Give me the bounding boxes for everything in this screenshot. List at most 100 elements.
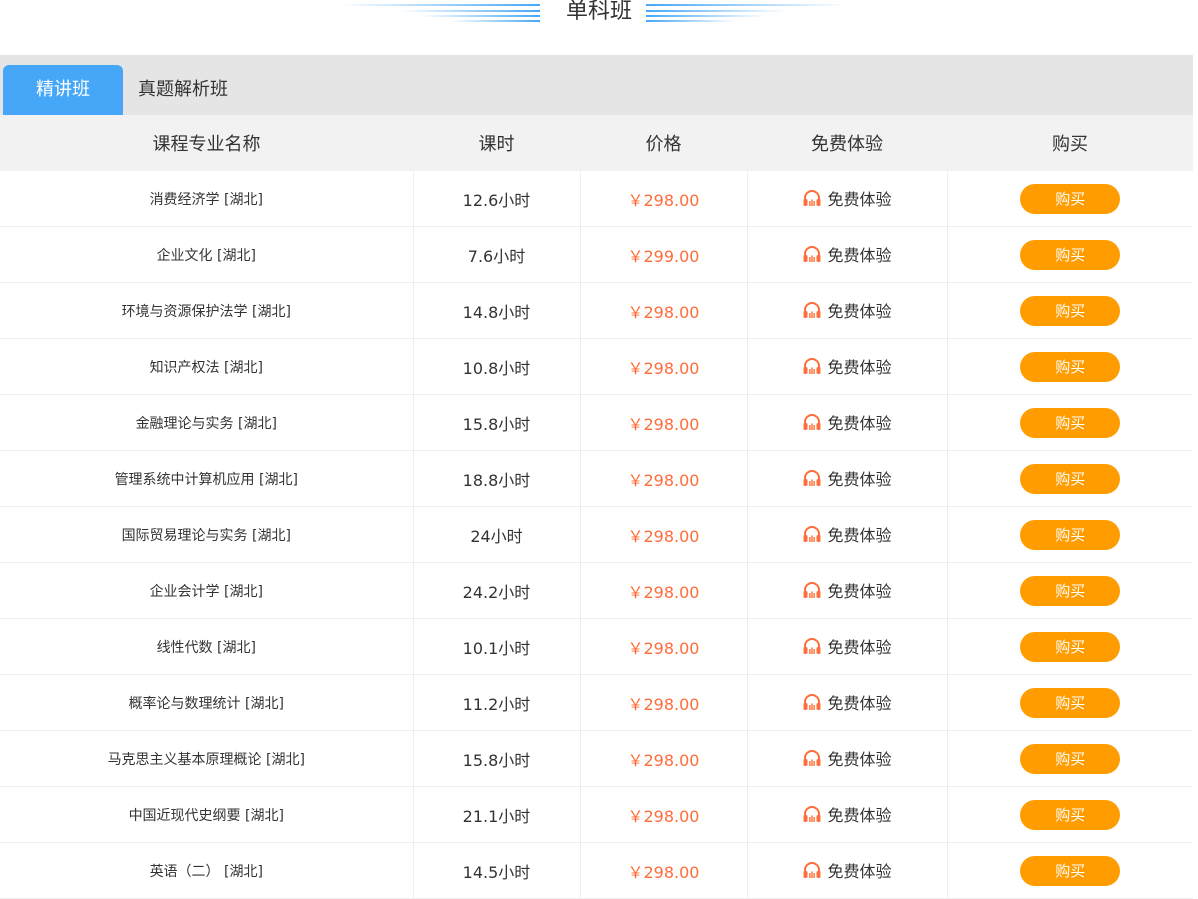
section-heading: 单科班 xyxy=(0,0,1198,52)
course-name-cell: 英语（二） [湖北] xyxy=(0,842,413,899)
course-hours: 7.6小时 xyxy=(467,246,526,266)
course-price-cell: ￥298.00 xyxy=(579,562,747,619)
free-trial-link[interactable]: 免费体验 xyxy=(802,298,892,322)
course-hours-cell: 24.2小时 xyxy=(412,562,580,619)
free-trial-cell: 免费体验 xyxy=(746,842,947,899)
buy-button[interactable]: 购买 xyxy=(1020,463,1121,494)
table-row: 线性代数 [湖北] 10.1小时 ￥298.00 免费体验 购买 xyxy=(0,618,1193,675)
course-name: 知识产权法 [湖北] xyxy=(149,359,263,376)
table-row: 马克思主义基本原理概论 [湖北] 15.8小时 ￥298.00 免费体验 购买 xyxy=(0,730,1193,787)
free-trial-cell: 免费体验 xyxy=(746,786,947,843)
course-price-cell: ￥298.00 xyxy=(579,730,747,787)
section-title: 单科班 xyxy=(565,0,632,24)
free-trial-label: 免费体验 xyxy=(827,582,892,601)
course-name: 管理系统中计算机应用 [湖北] xyxy=(114,471,298,488)
free-trial-link[interactable]: 免费体验 xyxy=(802,858,892,882)
course-name-cell: 环境与资源保护法学 [湖北] xyxy=(0,282,413,339)
buy-cell: 购买 xyxy=(946,730,1193,787)
free-trial-cell: 免费体验 xyxy=(746,562,947,619)
course-hours-cell: 24小时 xyxy=(412,506,580,563)
buy-button[interactable]: 购买 xyxy=(1020,687,1121,718)
free-trial-link[interactable]: 免费体验 xyxy=(802,354,892,378)
buy-button[interactable]: 购买 xyxy=(1020,855,1121,886)
headphone-icon xyxy=(803,806,821,822)
course-price: ￥298.00 xyxy=(627,638,700,658)
course-price-cell: ￥298.00 xyxy=(579,338,747,395)
headphone-icon xyxy=(803,582,821,598)
course-price-cell: ￥298.00 xyxy=(579,394,747,451)
tab-intensive-class[interactable]: 精讲班 xyxy=(3,65,123,115)
course-name-cell: 消费经济学 [湖北] xyxy=(0,171,413,227)
course-price: ￥298.00 xyxy=(627,750,700,770)
headphone-icon xyxy=(803,190,821,206)
buy-cell: 购买 xyxy=(946,338,1193,395)
course-price-cell: ￥298.00 xyxy=(579,842,747,899)
course-price: ￥298.00 xyxy=(627,806,700,826)
course-name-cell: 金融理论与实务 [湖北] xyxy=(0,394,413,451)
free-trial-link[interactable]: 免费体验 xyxy=(802,466,892,490)
table-row: 知识产权法 [湖北] 10.8小时 ￥298.00 免费体验 购买 xyxy=(0,338,1193,395)
buy-button[interactable]: 购买 xyxy=(1020,799,1121,830)
table-row: 管理系统中计算机应用 [湖北] 18.8小时 ￥298.00 免费体验 购买 xyxy=(0,450,1193,507)
table-row: 中国近现代史纲要 [湖北] 21.1小时 ￥298.00 免费体验 购买 xyxy=(0,786,1193,843)
table-row: 英语（二） [湖北] 14.5小时 ￥298.00 免费体验 购买 xyxy=(0,842,1193,899)
free-trial-cell: 免费体验 xyxy=(746,618,947,675)
free-trial-link[interactable]: 免费体验 xyxy=(802,522,892,546)
header-buy: 购买 xyxy=(947,115,1193,171)
buy-button[interactable]: 购买 xyxy=(1020,743,1121,774)
course-price: ￥298.00 xyxy=(627,358,700,378)
course-price-cell: ￥298.00 xyxy=(579,786,747,843)
free-trial-link[interactable]: 免费体验 xyxy=(802,578,892,602)
buy-cell: 购买 xyxy=(946,618,1193,675)
course-price-cell: ￥298.00 xyxy=(579,282,747,339)
free-trial-link[interactable]: 免费体验 xyxy=(802,242,892,266)
course-price-cell: ￥299.00 xyxy=(579,226,747,283)
free-trial-label: 免费体验 xyxy=(827,806,892,825)
course-price-cell: ￥298.00 xyxy=(579,450,747,507)
course-name: 概率论与数理统计 [湖北] xyxy=(128,695,284,712)
course-price: ￥298.00 xyxy=(627,302,700,322)
buy-button[interactable]: 购买 xyxy=(1020,631,1121,662)
course-hours: 15.8小时 xyxy=(462,750,531,770)
free-trial-link[interactable]: 免费体验 xyxy=(802,690,892,714)
buy-button[interactable]: 购买 xyxy=(1020,295,1121,326)
course-price-cell: ￥298.00 xyxy=(579,171,747,227)
table-row: 企业文化 [湖北] 7.6小时 ￥299.00 免费体验 购买 xyxy=(0,226,1193,283)
table-row: 金融理论与实务 [湖北] 15.8小时 ￥298.00 免费体验 购买 xyxy=(0,394,1193,451)
buy-button[interactable]: 购买 xyxy=(1020,183,1121,214)
free-trial-link[interactable]: 免费体验 xyxy=(802,746,892,770)
course-hours: 10.1小时 xyxy=(462,638,531,658)
buy-button[interactable]: 购买 xyxy=(1020,519,1121,550)
free-trial-cell: 免费体验 xyxy=(746,282,947,339)
buy-cell: 购买 xyxy=(946,842,1193,899)
buy-button[interactable]: 购买 xyxy=(1020,575,1121,606)
course-hours-cell: 7.6小时 xyxy=(412,226,580,283)
table-row: 企业会计学 [湖北] 24.2小时 ￥298.00 免费体验 购买 xyxy=(0,562,1193,619)
free-trial-label: 免费体验 xyxy=(827,750,892,769)
course-hours-cell: 14.8小时 xyxy=(412,282,580,339)
buy-button[interactable]: 购买 xyxy=(1020,407,1121,438)
headphone-icon xyxy=(803,526,821,542)
free-trial-label: 免费体验 xyxy=(827,694,892,713)
course-name: 英语（二） [湖北] xyxy=(149,863,263,880)
free-trial-label: 免费体验 xyxy=(827,526,892,545)
table-header-row: 课程专业名称 课时 价格 免费体验 购买 xyxy=(0,115,1193,171)
course-hours-cell: 15.8小时 xyxy=(412,394,580,451)
headphone-icon xyxy=(803,694,821,710)
course-price: ￥298.00 xyxy=(627,526,700,546)
buy-button[interactable]: 购买 xyxy=(1020,351,1121,382)
buy-button[interactable]: 购买 xyxy=(1020,239,1121,270)
course-name-cell: 中国近现代史纲要 [湖北] xyxy=(0,786,413,843)
free-trial-link[interactable]: 免费体验 xyxy=(802,802,892,826)
course-name-cell: 企业会计学 [湖北] xyxy=(0,562,413,619)
free-trial-cell: 免费体验 xyxy=(746,506,947,563)
free-trial-cell: 免费体验 xyxy=(746,730,947,787)
free-trial-link[interactable]: 免费体验 xyxy=(802,186,892,210)
course-hours-cell: 12.6小时 xyxy=(412,171,580,227)
tab-past-exam-analysis-class[interactable]: 真题解析班 xyxy=(123,65,243,115)
header-free-trial: 免费体验 xyxy=(747,115,947,171)
free-trial-link[interactable]: 免费体验 xyxy=(802,410,892,434)
buy-cell: 购买 xyxy=(946,450,1193,507)
free-trial-link[interactable]: 免费体验 xyxy=(802,634,892,658)
free-trial-cell: 免费体验 xyxy=(746,171,947,227)
